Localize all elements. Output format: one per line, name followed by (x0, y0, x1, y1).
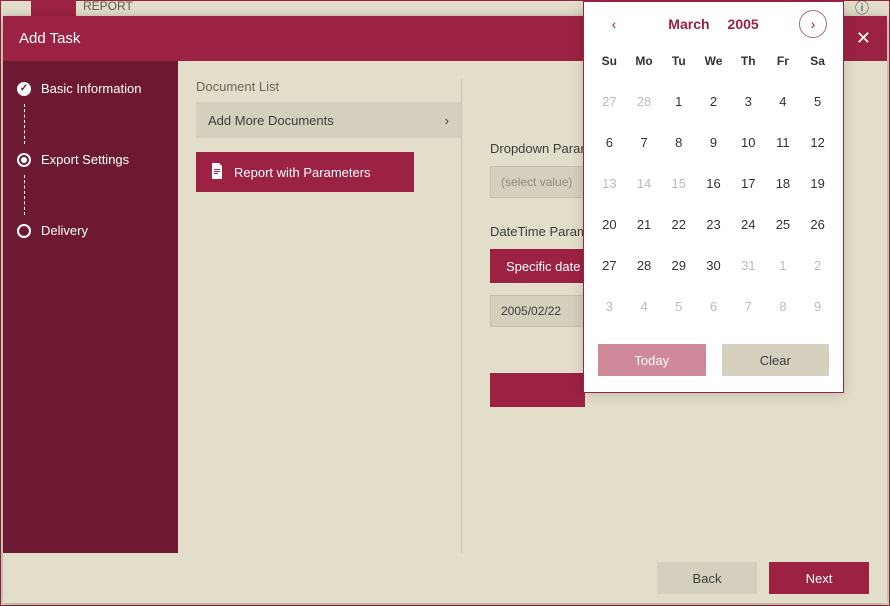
calendar-day[interactable]: 21 (627, 211, 662, 238)
step-delivery[interactable]: Delivery (17, 223, 178, 238)
calendar-dow: We (696, 46, 731, 74)
calendar-day[interactable]: 9 (696, 129, 731, 156)
step-current-icon (17, 153, 31, 167)
step-basic-information[interactable]: Basic Information (17, 81, 178, 96)
calendar-day[interactable]: 29 (661, 252, 696, 279)
calendar-dow: Mo (627, 46, 662, 74)
calendar-today-button[interactable]: Today (598, 344, 706, 376)
calendar-day[interactable]: 25 (766, 211, 801, 238)
add-more-documents-button[interactable]: Add More Documents › (196, 102, 461, 138)
modal-footer: Back Next (3, 553, 887, 603)
next-button[interactable]: Next (769, 562, 869, 594)
calendar-day[interactable]: 6 (592, 129, 627, 156)
calendar-day[interactable]: 17 (731, 170, 766, 197)
calendar-day[interactable]: 9 (800, 293, 835, 320)
calendar-day[interactable]: 3 (592, 293, 627, 320)
step-connector (24, 175, 25, 215)
calendar-day[interactable]: 23 (696, 211, 731, 238)
calendar-day[interactable]: 16 (696, 170, 731, 197)
calendar-day[interactable]: 19 (800, 170, 835, 197)
step-label: Delivery (41, 223, 88, 238)
calendar-day[interactable]: 13 (592, 170, 627, 197)
document-list-label: Document List (196, 79, 461, 94)
calendar-dow: Su (592, 46, 627, 74)
calendar-day[interactable]: 11 (766, 129, 801, 156)
calendar-day[interactable]: 15 (661, 170, 696, 197)
back-button[interactable]: Back (657, 562, 757, 594)
calendar-day[interactable]: 20 (592, 211, 627, 238)
calendar-day[interactable]: 2 (800, 252, 835, 279)
chevron-right-icon: › (445, 113, 449, 128)
specific-date-button[interactable]: Specific date (490, 249, 596, 283)
calendar-day[interactable]: 8 (766, 293, 801, 320)
calendar-day[interactable]: 10 (731, 129, 766, 156)
wizard-sidebar: Basic Information Export Settings Delive… (3, 61, 178, 553)
calendar-clear-button[interactable]: Clear (722, 344, 830, 376)
calendar-day[interactable]: 26 (800, 211, 835, 238)
calendar-day[interactable]: 28 (627, 252, 662, 279)
calendar-day[interactable]: 27 (592, 252, 627, 279)
step-connector (24, 104, 25, 144)
custom-action-button[interactable] (490, 373, 585, 407)
dropdown-parameter-select[interactable]: (select value) (490, 166, 590, 198)
calendar-day[interactable]: 18 (766, 170, 801, 197)
close-button[interactable]: ✕ (856, 28, 871, 49)
calendar-dow: Fr (766, 46, 801, 74)
calendar-day[interactable]: 2 (696, 88, 731, 115)
calendar-dow: Sa (800, 46, 835, 74)
calendar-day[interactable]: 12 (800, 129, 835, 156)
calendar-day[interactable]: 27 (592, 88, 627, 115)
modal-title: Add Task (19, 30, 80, 47)
calendar-day[interactable]: 7 (627, 129, 662, 156)
report-with-parameters-button[interactable]: Report with Parameters (196, 152, 414, 192)
calendar-prev-month-button[interactable]: ‹ (600, 10, 628, 38)
document-icon (210, 163, 224, 182)
calendar-year: 2005 (728, 16, 759, 32)
calendar-day[interactable]: 7 (731, 293, 766, 320)
calendar-day[interactable]: 28 (627, 88, 662, 115)
date-input[interactable]: 2005/02/22 (490, 295, 590, 327)
calendar-grid: SuMoTuWeThFrSa27281234567891011121314151… (584, 46, 843, 330)
calendar-day[interactable]: 4 (627, 293, 662, 320)
step-check-icon (17, 82, 31, 96)
calendar-day[interactable]: 30 (696, 252, 731, 279)
calendar-day[interactable]: 5 (800, 88, 835, 115)
ribbon-label: REPORT (83, 0, 133, 13)
calendar-day[interactable]: 14 (627, 170, 662, 197)
calendar-day[interactable]: 6 (696, 293, 731, 320)
calendar-next-month-button[interactable]: › (799, 10, 827, 38)
report-btn-label: Report with Parameters (234, 165, 371, 180)
calendar-day[interactable]: 8 (661, 129, 696, 156)
ribbon-tab (31, 1, 76, 16)
step-pending-icon (17, 224, 31, 238)
step-export-settings[interactable]: Export Settings (17, 152, 178, 167)
date-picker-popup: ‹ March 2005 › SuMoTuWeThFrSa27281234567… (583, 1, 844, 393)
add-more-label: Add More Documents (208, 113, 334, 128)
calendar-month: March (668, 16, 709, 32)
calendar-day[interactable]: 3 (731, 88, 766, 115)
calendar-title[interactable]: March 2005 (668, 16, 758, 32)
calendar-day[interactable]: 1 (661, 88, 696, 115)
calendar-day[interactable]: 31 (731, 252, 766, 279)
calendar-dow: Tu (661, 46, 696, 74)
calendar-day[interactable]: 24 (731, 211, 766, 238)
calendar-day[interactable]: 5 (661, 293, 696, 320)
calendar-dow: Th (731, 46, 766, 74)
calendar-day[interactable]: 4 (766, 88, 801, 115)
step-label: Basic Information (41, 81, 141, 96)
calendar-day[interactable]: 1 (766, 252, 801, 279)
step-label: Export Settings (41, 152, 129, 167)
calendar-day[interactable]: 22 (661, 211, 696, 238)
